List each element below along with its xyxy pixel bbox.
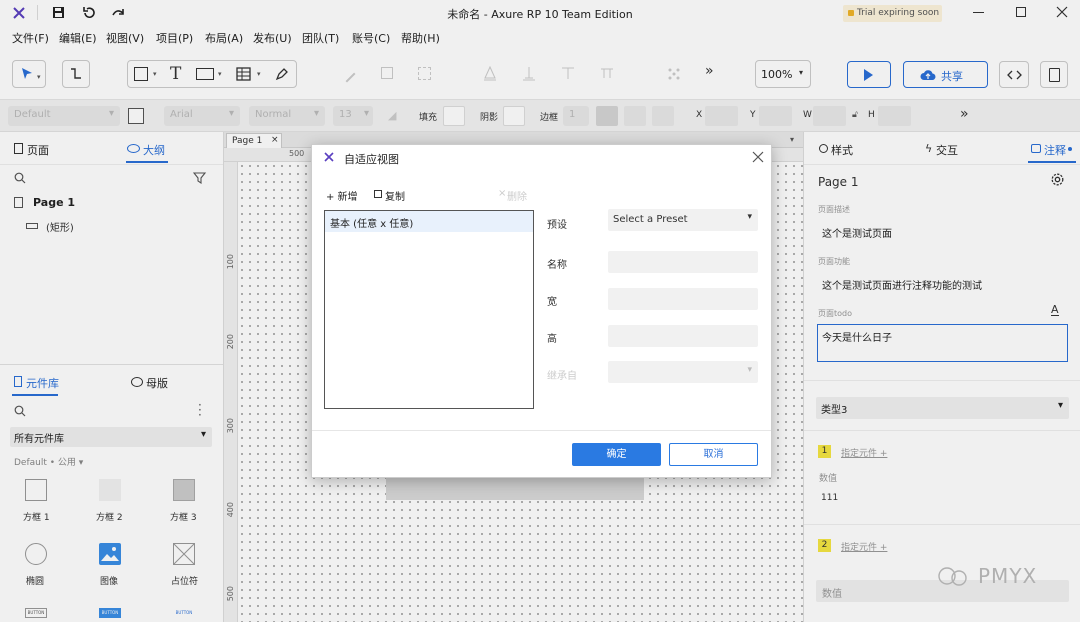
width-input[interactable] <box>608 288 758 310</box>
views-list: 基本 (任意 x 任意) <box>324 210 534 409</box>
preset-select[interactable]: Select a Preset ▾ <box>608 209 758 231</box>
list-item[interactable]: 基本 (任意 x 任意) <box>325 211 533 232</box>
inherit-label: 继承自 <box>547 371 577 382</box>
copy-icon <box>374 190 382 198</box>
width-label: 宽 <box>547 297 557 308</box>
name-label: 名称 <box>547 260 567 271</box>
close-icon[interactable] <box>752 151 764 163</box>
height-input[interactable] <box>608 325 758 347</box>
dialog-title: 自适应视图 <box>344 153 399 166</box>
axure-logo-icon <box>324 152 334 162</box>
name-input[interactable] <box>608 251 758 273</box>
ok-button[interactable]: 确定 <box>572 443 661 466</box>
adaptive-views-dialog: 自适应视图 + 新增 复制 × 删除 基本 (任意 x 任意) 预设 Selec… <box>311 144 772 478</box>
delete-icon: × <box>498 188 507 199</box>
delete-view-button[interactable]: 删除 <box>507 188 527 203</box>
preset-label: 预设 <box>547 220 567 231</box>
cancel-button[interactable]: 取消 <box>669 443 758 466</box>
add-view-button[interactable]: + 新增 <box>326 188 358 203</box>
copy-view-button[interactable]: 复制 <box>385 188 405 203</box>
inherit-select[interactable]: ▾ <box>608 361 758 383</box>
height-label: 高 <box>547 334 557 345</box>
